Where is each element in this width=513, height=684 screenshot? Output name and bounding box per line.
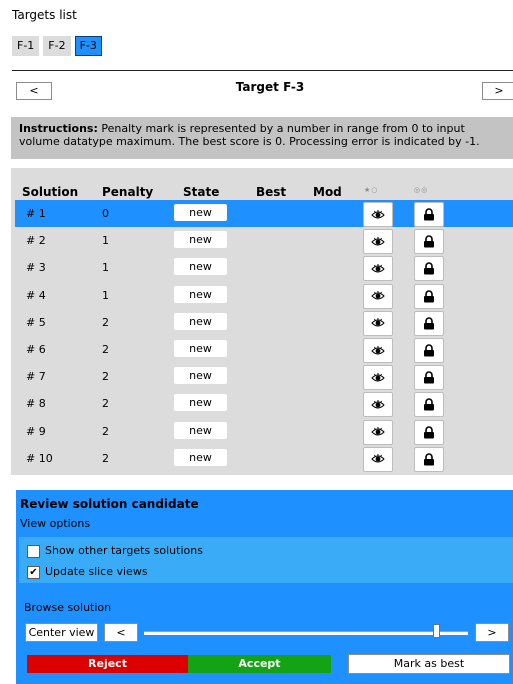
center-view-button[interactable]: Center view: [25, 623, 98, 642]
view-toggle-icon: ◎◎: [414, 186, 429, 194]
lock-icon[interactable]: [414, 365, 444, 391]
solution-id: # 6: [26, 343, 46, 356]
tab-f2[interactable]: F-2: [43, 36, 71, 56]
col-solution: Solution: [22, 185, 79, 199]
accept-button[interactable]: Accept: [188, 655, 331, 673]
state-badge: new: [174, 312, 227, 330]
solution-slider-track[interactable]: [144, 631, 468, 635]
page-title: Targets list: [12, 8, 77, 22]
lock-icon[interactable]: [414, 338, 444, 363]
state-badge: new: [174, 231, 227, 249]
eye-icon[interactable]: [363, 310, 393, 336]
eye-icon[interactable]: [363, 202, 393, 227]
state-badge: new: [174, 448, 227, 466]
table-row[interactable]: # 1 0 new: [15, 200, 513, 227]
penalty-value: 2: [102, 397, 109, 411]
penalty-value: 2: [102, 424, 109, 438]
tab-f1[interactable]: F-1: [12, 36, 40, 56]
state-badge: new: [174, 421, 227, 439]
target-tabs: F-1 F-2 F-3: [12, 36, 102, 56]
penalty-value: 2: [102, 370, 109, 384]
lock-icon[interactable]: [414, 310, 444, 336]
eye-icon[interactable]: [363, 338, 393, 363]
penalty-value: 2: [102, 451, 109, 465]
solution-id: # 9: [26, 424, 46, 438]
penalty-value: 0: [102, 207, 109, 220]
solution-slider-thumb[interactable]: [432, 624, 440, 638]
table-row[interactable]: # 7 2 new: [15, 363, 513, 391]
eye-icon[interactable]: [363, 256, 393, 282]
solution-id: # 7: [26, 370, 46, 384]
table-row[interactable]: # 6 2 new: [15, 336, 513, 363]
reject-button[interactable]: Reject: [27, 655, 188, 673]
lock-icon[interactable]: [414, 419, 444, 445]
show-other-label: Show other targets solutions: [45, 544, 203, 557]
state-badge: new: [174, 394, 227, 412]
lock-icon[interactable]: [414, 229, 444, 255]
solution-id: # 10: [26, 451, 53, 465]
state-badge: new: [174, 285, 227, 303]
solution-id: # 8: [26, 397, 46, 411]
eye-icon[interactable]: [363, 419, 393, 445]
view-options-box: Show other targets solutions ✔ Update sl…: [19, 537, 513, 583]
eye-icon[interactable]: [363, 229, 393, 255]
eye-icon[interactable]: [363, 392, 393, 418]
target-title: Target F-3: [235, 80, 305, 94]
instructions-label: Instructions:: [19, 122, 98, 135]
solution-id: # 2: [26, 234, 46, 248]
penalty-value: 1: [102, 261, 109, 275]
lock-icon[interactable]: [414, 256, 444, 282]
solution-id: # 3: [26, 261, 46, 275]
penalty-value: 2: [102, 343, 109, 356]
slider-next-button[interactable]: >: [475, 623, 509, 642]
mark-as-best-button[interactable]: Mark as best: [348, 654, 510, 674]
lock-icon[interactable]: [414, 392, 444, 418]
divider: [12, 70, 513, 71]
state-badge: new: [174, 258, 227, 276]
instructions-box: Instructions: Penalty mark is represente…: [11, 117, 513, 159]
state-badge: new: [174, 204, 227, 221]
penalty-value: 2: [102, 315, 109, 329]
eye-icon[interactable]: [363, 283, 393, 309]
table-row[interactable]: # 8 2 new: [15, 390, 513, 418]
solutions-table: Solution Penalty State Best Mod ★○ ◎◎ # …: [11, 168, 513, 475]
eye-icon[interactable]: [363, 365, 393, 391]
update-slice-checkbox[interactable]: ✔: [27, 566, 40, 579]
next-target-button[interactable]: >: [482, 82, 513, 100]
table-row[interactable]: # 10 2 new: [15, 445, 513, 472]
solution-id: # 1: [26, 207, 46, 220]
view-options-label: View options: [20, 517, 91, 530]
state-badge: new: [174, 367, 227, 385]
table-row[interactable]: # 5 2 new: [15, 309, 513, 336]
show-other-checkbox[interactable]: [27, 545, 40, 558]
table-row[interactable]: # 9 2 new: [15, 418, 513, 445]
col-state: State: [183, 185, 220, 199]
review-title: Review solution candidate: [20, 497, 199, 511]
lock-icon[interactable]: [414, 446, 444, 472]
penalty-value: 1: [102, 234, 109, 248]
eye-icon[interactable]: [363, 446, 393, 472]
penalty-value: 1: [102, 288, 109, 302]
solution-id: # 5: [26, 315, 46, 329]
slider-prev-button[interactable]: <: [104, 623, 138, 642]
table-row[interactable]: # 4 1 new: [15, 282, 513, 309]
lock-icon[interactable]: [414, 202, 444, 227]
tab-f3[interactable]: F-3: [74, 36, 102, 56]
star-toggle-icon: ★○: [364, 186, 379, 194]
col-penalty: Penalty: [102, 185, 154, 199]
table-row[interactable]: # 3 1 new: [15, 254, 513, 282]
review-panel: Review solution candidate View options S…: [16, 490, 513, 684]
update-slice-label: Update slice views: [45, 565, 148, 578]
col-mod: Mod: [313, 185, 342, 199]
state-badge: new: [174, 340, 227, 357]
lock-icon[interactable]: [414, 283, 444, 309]
col-best: Best: [256, 185, 287, 199]
solution-id: # 4: [26, 288, 46, 302]
browse-solution-label: Browse solution: [24, 601, 112, 614]
table-row[interactable]: # 2 1 new: [15, 227, 513, 255]
